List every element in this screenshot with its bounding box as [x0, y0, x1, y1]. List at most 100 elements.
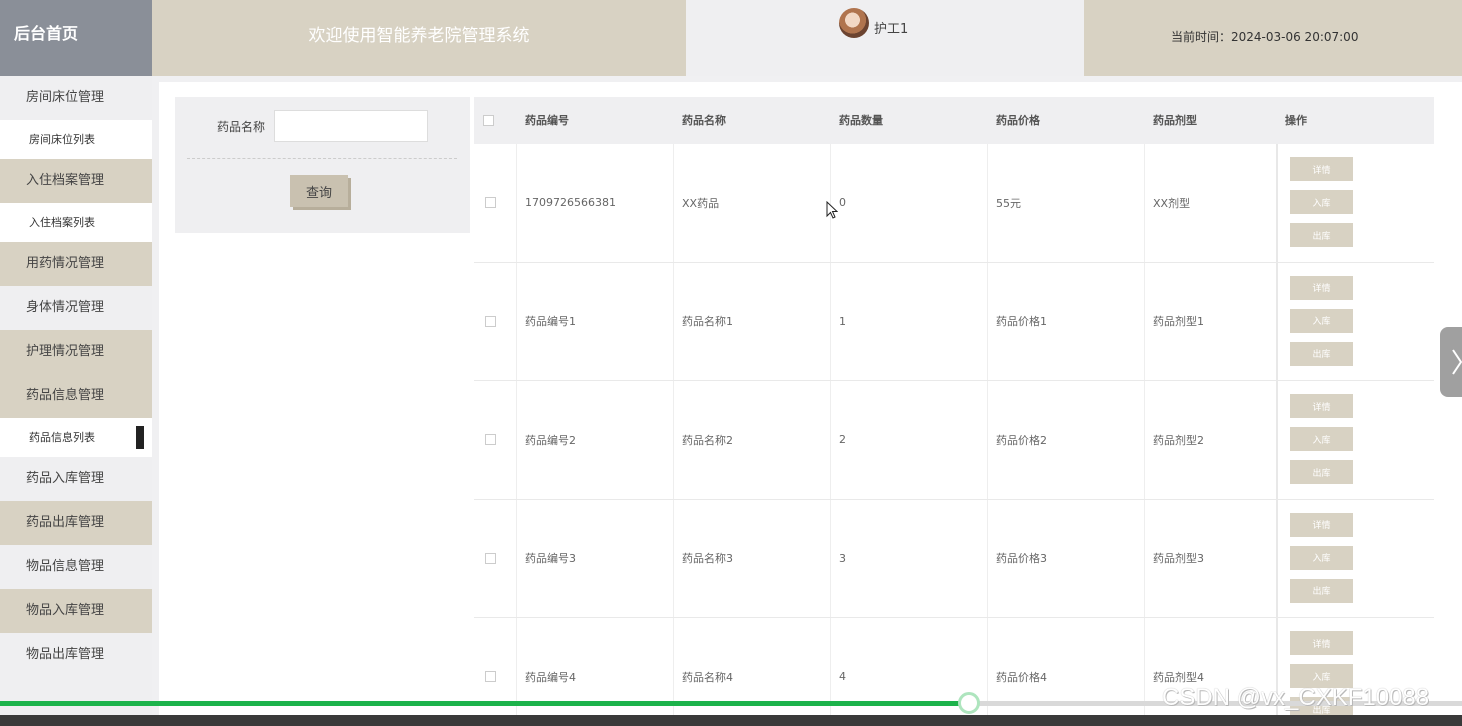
cell-drug-price: 药品价格1: [996, 315, 1047, 329]
column-divider: [516, 618, 517, 726]
stock-in-button[interactable]: 入库: [1290, 308, 1353, 333]
header-actions: 操作: [1285, 114, 1307, 127]
column-divider: [1144, 262, 1145, 380]
cell-drug-code: 药品编号3: [525, 552, 576, 566]
column-divider: [830, 262, 831, 380]
player-controls-strip: [0, 715, 1462, 726]
column-divider: [673, 381, 674, 499]
cell-drug-price: 药品价格4: [996, 670, 1047, 684]
stock-out-button[interactable]: 出库: [1290, 341, 1353, 366]
sidebar-item-12[interactable]: 物品入库管理: [0, 589, 152, 633]
welcome-banner: 欢迎使用智能养老院管理系统: [152, 0, 686, 76]
column-divider: [987, 381, 988, 499]
sidebar-item-7[interactable]: 药品信息管理: [0, 374, 152, 418]
drug-table: 药品编号 药品名称 药品数量 药品价格 药品剂型 操作 170972656638…: [474, 97, 1434, 726]
column-divider: [1144, 144, 1145, 262]
table-row[interactable]: 药品编号3 药品名称3 3 药品价格3 药品剂型3 详情入库出库: [474, 499, 1434, 618]
column-divider: [516, 499, 517, 617]
detail-button[interactable]: 详情: [1290, 394, 1353, 418]
detail-button[interactable]: 详情: [1290, 512, 1353, 537]
sidebar-item-0[interactable]: 房间床位管理: [0, 76, 152, 120]
avatar[interactable]: [839, 8, 869, 38]
sidebar-item-9[interactable]: 药品入库管理: [0, 457, 152, 501]
row-checkbox[interactable]: [485, 434, 496, 445]
current-time: 当前时间：2024-03-06 20:07:00: [1084, 0, 1462, 76]
cell-drug-price: 药品价格3: [996, 552, 1047, 566]
row-checkbox[interactable]: [485, 671, 496, 682]
user-box[interactable]: 护工1: [686, 0, 1084, 76]
cell-drug-name: 药品名称4: [682, 670, 733, 684]
side-panel-toggle[interactable]: [1440, 327, 1462, 397]
sidebar-item-6[interactable]: 护理情况管理: [0, 330, 152, 374]
stock-out-button[interactable]: 出库: [1290, 578, 1353, 603]
row-actions: 详情 入库 出库: [1276, 499, 1434, 617]
column-divider: [987, 618, 988, 726]
stock-in-button[interactable]: 入库: [1290, 190, 1353, 214]
home-link[interactable]: 后台首页: [0, 0, 152, 76]
header-drug-name: 药品名称: [682, 114, 726, 127]
row-checkbox[interactable]: [485, 552, 496, 564]
sidebar-item-10[interactable]: 药品出库管理: [0, 501, 152, 545]
chevron-right-icon: [1452, 349, 1462, 375]
select-all-checkbox[interactable]: [483, 115, 494, 126]
drug-name-input[interactable]: [274, 110, 428, 142]
search-label: 药品名称: [217, 120, 266, 134]
sidebar-subitem-3[interactable]: 入住档案列表: [0, 203, 152, 242]
column-divider: [516, 144, 517, 262]
sidebar-subitem-8[interactable]: 药品信息列表: [0, 418, 152, 457]
search-button[interactable]: 查询: [290, 175, 348, 207]
sidebar-item-4[interactable]: 用药情况管理: [0, 242, 152, 286]
cell-drug-quantity: 3: [839, 551, 846, 565]
stock-out-button[interactable]: 出库: [1290, 223, 1353, 247]
progress-fill: [0, 701, 970, 706]
column-divider: [987, 499, 988, 617]
header-drug-quantity: 药品数量: [839, 114, 883, 127]
table-row[interactable]: 药品编号1 药品名称1 1 药品价格1 药品剂型1 详情 入库 出库: [474, 262, 1434, 381]
sidebar-item-5[interactable]: 身体情况管理: [0, 286, 152, 330]
row-actions: 详情 入库 出库: [1276, 381, 1434, 499]
column-divider: [673, 618, 674, 726]
column-divider: [1144, 618, 1145, 726]
stock-out-button[interactable]: 出库: [1290, 460, 1353, 484]
cell-drug-code: 药品编号4: [525, 670, 576, 684]
cell-drug-name: 药品名称3: [682, 552, 733, 566]
cell-drug-name: 药品名称2: [682, 433, 733, 447]
cell-drug-quantity: 2: [839, 433, 846, 447]
cell-drug-name: XX药品: [682, 196, 720, 210]
mouse-cursor-icon: [826, 201, 838, 219]
row-checkbox[interactable]: [485, 315, 496, 327]
sidebar-subitem-1[interactable]: 房间床位列表: [0, 120, 152, 159]
column-divider: [1144, 499, 1145, 617]
cell-drug-name: 药品名称1: [682, 315, 733, 329]
sidebar-item-13[interactable]: 物品出库管理: [0, 633, 152, 677]
row-checkbox[interactable]: [485, 197, 496, 208]
cell-drug-code: 药品编号2: [525, 433, 576, 447]
cell-drug-quantity: 0: [839, 196, 846, 210]
sidebar-item-11[interactable]: 物品信息管理: [0, 545, 152, 589]
table-header: 药品编号 药品名称 药品数量 药品价格 药品剂型 操作: [474, 97, 1434, 144]
header-drug-code: 药品编号: [525, 114, 569, 127]
sidebar-item-2[interactable]: 入住档案管理: [0, 159, 152, 203]
column-divider: [830, 499, 831, 617]
detail-button[interactable]: 详情: [1290, 275, 1353, 300]
column-divider: [1144, 381, 1145, 499]
table-body: 1709726566381 XX药品 0 55元 XX剂型 详情 入库 出库 药品编号1 药品名称…: [474, 144, 1434, 726]
cell-drug-form: 药品剂型3: [1153, 552, 1204, 566]
cell-drug-price: 55元: [996, 196, 1021, 210]
cell-drug-quantity: 1: [839, 314, 846, 328]
cell-drug-form: XX剂型: [1153, 196, 1191, 210]
row-actions: 详情 入库 出库: [1276, 262, 1434, 380]
cell-drug-form: 药品剂型1: [1153, 315, 1204, 329]
search-panel: 药品名称 查询: [175, 97, 470, 233]
row-actions: 详情 入库 出库: [1276, 144, 1434, 262]
watermark: CSDN @vx_CXKF10088: [1162, 684, 1430, 711]
detail-button[interactable]: 详情: [1290, 631, 1353, 655]
stock-in-button[interactable]: 入库: [1290, 427, 1353, 451]
table-row[interactable]: 1709726566381 XX药品 0 55元 XX剂型 详情入库出库: [474, 144, 1434, 263]
detail-button[interactable]: 详情: [1290, 157, 1353, 181]
header-drug-price: 药品价格: [996, 114, 1040, 127]
cell-drug-code: 1709726566381: [525, 196, 616, 210]
stock-in-button[interactable]: 入库: [1290, 545, 1353, 570]
table-row[interactable]: 药品编号2 药品名称2 2 药品价格2 药品剂型2 详情 入库 出库: [474, 381, 1434, 500]
active-indicator: [136, 426, 144, 449]
